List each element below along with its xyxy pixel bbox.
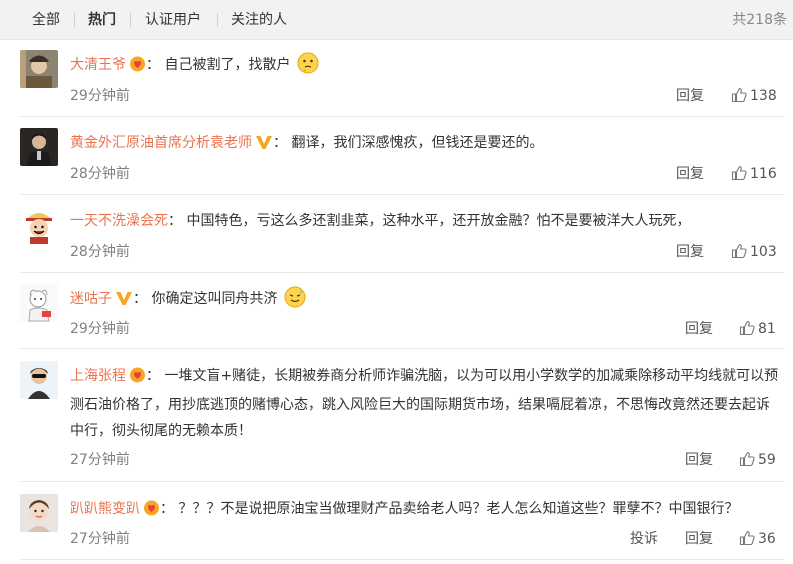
comment-divider (20, 116, 785, 117)
avatar[interactable] (20, 128, 58, 166)
avatar[interactable] (20, 50, 58, 88)
thinking-face-icon (297, 52, 319, 74)
avatar[interactable] (20, 361, 58, 399)
comment-timestamp: 29分钟前 (70, 88, 130, 104)
comment-content: ？？？不是说把原油宝当做理财产品卖给老人吗？老人怎么知道这些？罪孽不？中国银行？ (178, 501, 739, 517)
comment-username[interactable]: 一天不洗澡会死 (70, 213, 168, 229)
comment-timestamp: 28分钟前 (70, 166, 130, 182)
thumbs-up-icon (731, 87, 747, 103)
tab-hot[interactable]: 热门 (88, 11, 116, 29)
vip-heart-icon[interactable] (129, 366, 146, 392)
like-count: 36 (758, 531, 776, 547)
comment-separator: ： (160, 501, 174, 517)
like-count: 103 (750, 244, 777, 260)
comment-separator: ： (146, 368, 160, 384)
like-count: 59 (758, 452, 776, 468)
comment-text-line: 大清王爷 ： 自己被割了，找散户 (70, 52, 783, 81)
report-button[interactable]: 投诉 (630, 530, 658, 548)
tab-following[interactable]: 关注的人 (231, 11, 287, 29)
comment-separator: ： (146, 57, 160, 73)
comment-content: 翻译，我们深感愧疚，但钱还是要还的。 (291, 135, 544, 151)
comment-text-line: 黄金外汇原油首席分析袁老师 ： 翻译，我们深感愧疚，但钱还是要还的。 (70, 130, 783, 159)
comment-total-count: 共218条 (732, 12, 787, 28)
tab-divider (217, 13, 218, 27)
comment-username[interactable]: 趴趴熊变趴 (70, 501, 140, 517)
comment-divider (20, 348, 785, 349)
comment-text-line: 趴趴熊变趴 ： ？？？不是说把原油宝当做理财产品卖给老人吗？老人怎么知道这些？罪孽… (70, 496, 783, 525)
comment-username[interactable]: 黄金外汇原油首席分析袁老师 (70, 135, 252, 151)
comment-username[interactable]: 大清王爷 (70, 57, 126, 73)
reply-button[interactable]: 回复 (685, 320, 713, 338)
like-button[interactable]: 59 (739, 451, 776, 469)
sweat-smile-icon (284, 286, 306, 308)
comment-timestamp: 27分钟前 (70, 531, 130, 547)
avatar[interactable] (20, 284, 58, 322)
comment-divider (20, 194, 785, 195)
thumbs-up-icon (739, 530, 755, 546)
like-count: 116 (750, 166, 777, 182)
vip-heart-icon[interactable] (129, 55, 146, 81)
reply-button[interactable]: 回复 (685, 530, 713, 548)
comment-timestamp: 28分钟前 (70, 244, 130, 260)
comment-divider (20, 272, 785, 273)
tab-verified-users[interactable]: 认证用户 (145, 11, 201, 29)
avatar[interactable] (20, 494, 58, 532)
comment-divider (20, 559, 785, 560)
like-count: 138 (750, 88, 777, 104)
reply-button[interactable]: 回复 (676, 87, 704, 105)
verified-v-icon[interactable] (255, 133, 273, 159)
verified-v-icon[interactable] (115, 289, 133, 315)
comment-text-line: 一天不洗澡会死： 中国特色，亏这么多还割韭菜，这种水平，还开放金融？怕不是要被洋… (70, 208, 783, 234)
comment-timestamp: 29分钟前 (70, 321, 130, 337)
tab-divider (74, 13, 75, 27)
comment-separator: ： (168, 213, 182, 229)
thumbs-up-icon (739, 320, 755, 336)
like-button[interactable]: 138 (731, 87, 777, 105)
avatar[interactable] (20, 206, 58, 244)
tab-all[interactable]: 全部 (32, 11, 60, 29)
comment-content: 中国特色，亏这么多还割韭菜，这种水平，还开放金融？怕不是要被洋大人玩死， (186, 213, 691, 229)
thumbs-up-icon (739, 451, 755, 467)
like-button[interactable]: 103 (731, 243, 777, 261)
vip-heart-icon[interactable] (143, 499, 160, 525)
like-count: 81 (758, 321, 776, 337)
comment-timestamp: 27分钟前 (70, 452, 130, 468)
comment-separator: ： (133, 291, 147, 307)
comment-divider (20, 481, 785, 482)
reply-button[interactable]: 回复 (676, 243, 704, 261)
comment-content: 你确定这叫同舟共济 (151, 291, 278, 307)
like-button[interactable]: 36 (739, 530, 776, 548)
comment-username[interactable]: 迷咕子 (70, 291, 112, 307)
comment-filter-tabs: 全部 热门 认证用户 关注的人 共218条 (0, 0, 793, 40)
comment-username[interactable]: 上海张程 (70, 368, 126, 384)
comment-separator: ： (273, 135, 287, 151)
reply-button[interactable]: 回复 (685, 451, 713, 469)
thumbs-up-icon (731, 243, 747, 259)
comment-text-line: 迷咕子 ： 你确定这叫同舟共济 (70, 286, 783, 315)
like-button[interactable]: 116 (731, 165, 777, 183)
thumbs-up-icon (731, 165, 747, 181)
tab-divider (130, 13, 131, 27)
comment-content: 自己被割了，找散户 (164, 57, 291, 73)
comment-content: 一堆文盲+赌徒，长期被券商分析师诈骗洗脑，以为可以用小学数学的加减乘除移动平均线… (70, 368, 779, 439)
like-button[interactable]: 81 (739, 320, 776, 338)
comment-text-line: 上海张程 ： 一堆文盲+赌徒，长期被券商分析师诈骗洗脑，以为可以用小学数学的加减乘… (70, 363, 783, 444)
reply-button[interactable]: 回复 (676, 165, 704, 183)
